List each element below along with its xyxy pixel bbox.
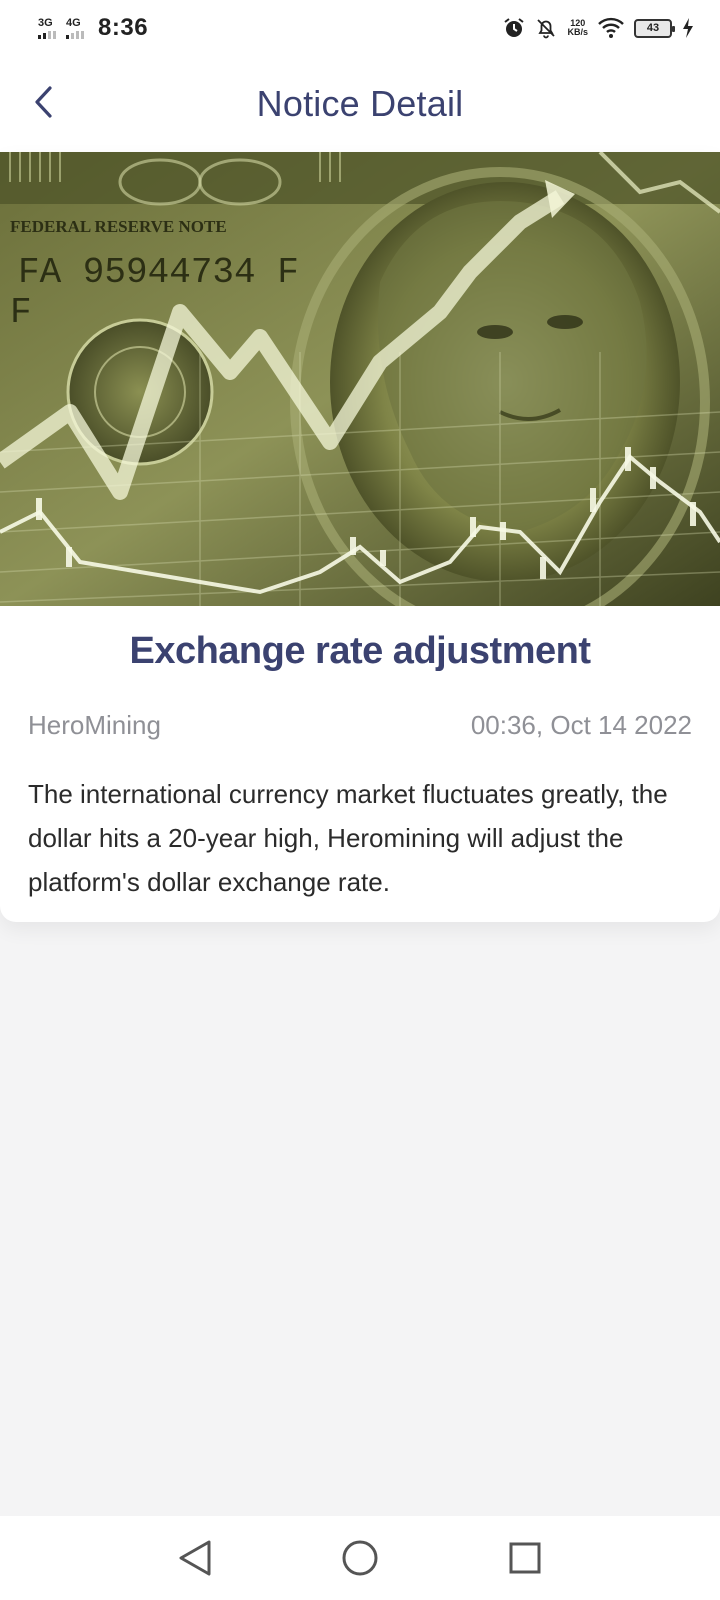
system-navigation-bar [0,1516,720,1600]
network-4g-indicator: 4G [66,16,84,39]
battery-level: 43 [646,22,660,34]
status-right: 120 KB/s 43 [503,17,694,39]
chevron-left-icon [35,86,52,118]
image-banner-text: FEDERAL RESERVE NOTE [10,217,227,236]
circle-home-icon [342,1540,378,1576]
notice-title: Exchange rate adjustment [129,630,591,672]
battery-icon: 43 [634,18,675,38]
notice-card: FEDERAL RESERVE NOTE FA 95944734 F F Exc… [0,152,720,922]
notice-meta: HeroMining 00:36, Oct 14 2022 [28,710,692,741]
charging-bolt-icon [683,18,693,38]
status-left: 3G 4G 8:36 [38,14,148,42]
signal-bars-icon [66,30,84,39]
notice-body: The international currency market fluctu… [28,779,668,897]
system-home-button[interactable] [340,1538,380,1578]
alarm-icon [504,18,525,37]
notice-image: FEDERAL RESERVE NOTE FA 95944734 F F [0,152,720,606]
clock: 8:36 [98,14,149,41]
network-speed: 120 KB/s [567,19,588,37]
signal-bars-icon [38,30,56,39]
square-recents-icon [509,1542,541,1574]
system-recents-button[interactable] [505,1538,545,1578]
status-bar: 3G 4G 8:36 120 KB/s 43 [0,0,720,56]
network-type-label: 4G [66,16,81,29]
mute-bell-icon [537,19,556,39]
image-serial-suffix: F [10,292,32,333]
triangle-back-icon [179,1540,211,1576]
system-back-button[interactable] [175,1538,215,1578]
page-title: Notice Detail [256,83,464,124]
image-serial-text: FA 95944734 F [18,252,299,293]
network-speed-unit: KB/s [567,27,588,37]
back-button[interactable] [22,80,66,124]
header: Notice Detail [0,56,720,152]
wifi-icon [598,17,624,38]
network-3g-indicator: 3G [38,16,56,39]
notice-author: HeroMining [28,710,161,740]
notice-timestamp: 00:36, Oct 14 2022 [470,710,692,740]
network-type-label: 3G [38,16,53,29]
